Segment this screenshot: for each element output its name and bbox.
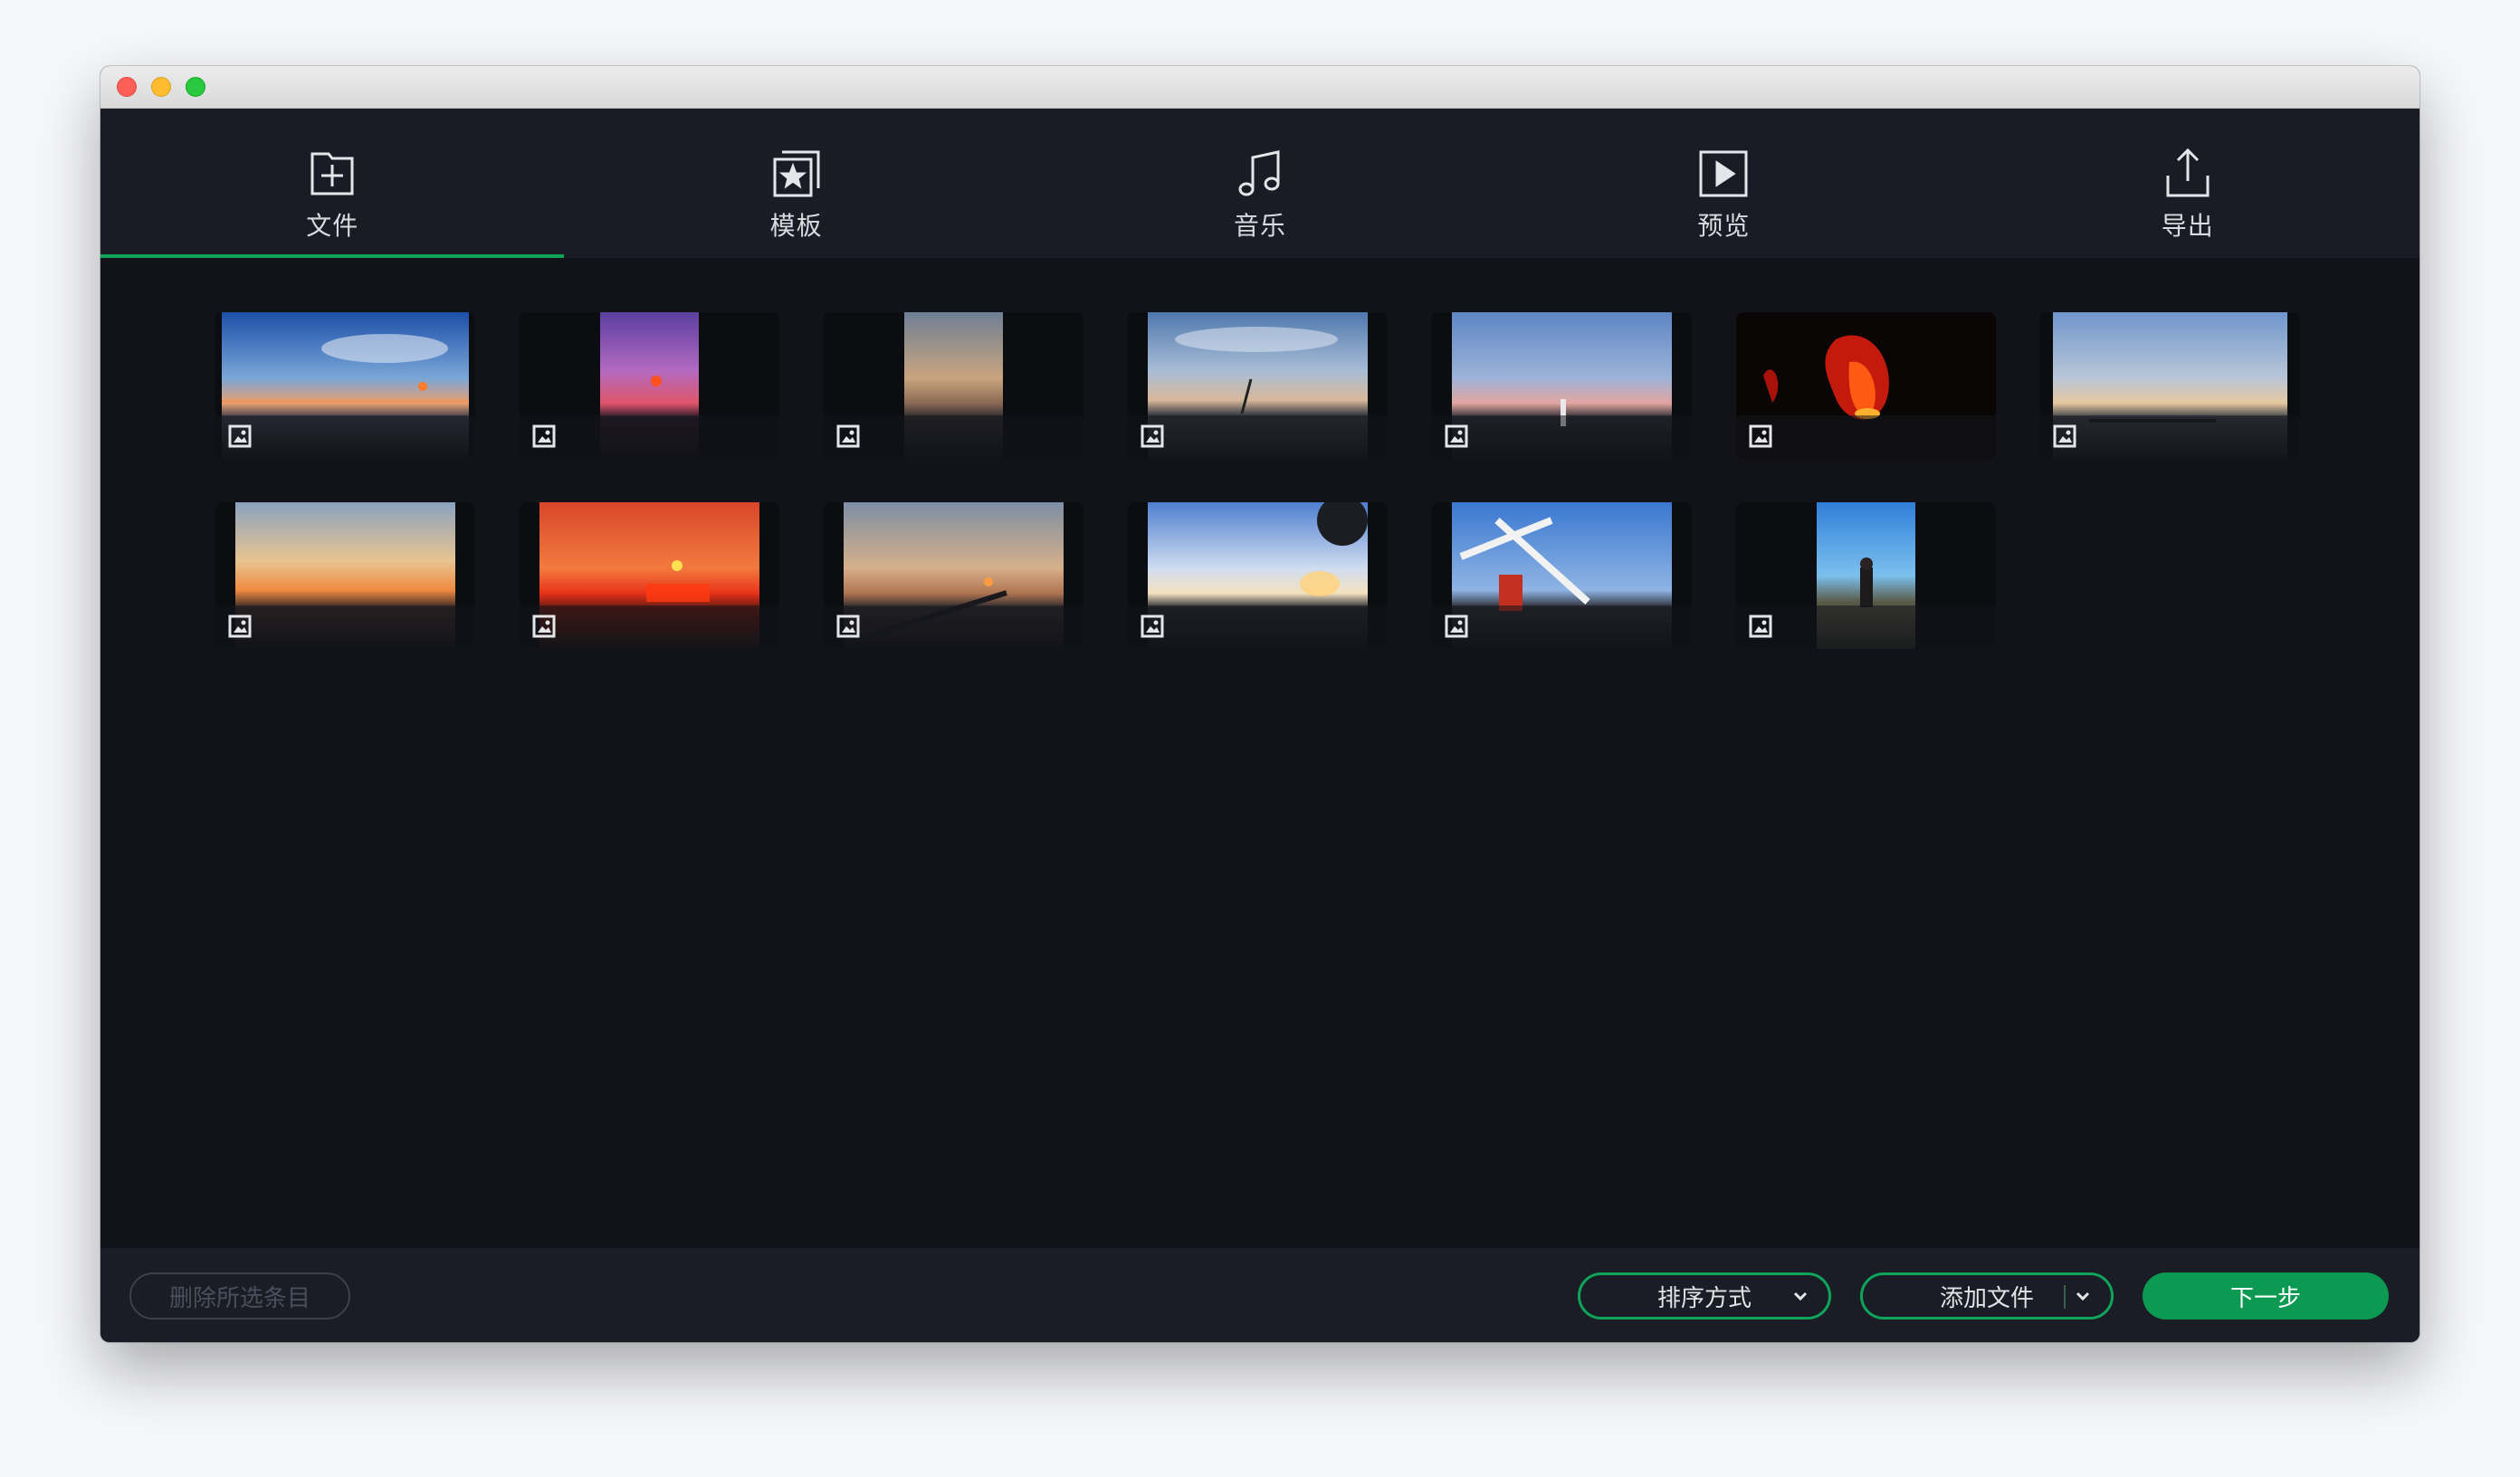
media-item[interactable] <box>520 312 779 459</box>
tab-music[interactable]: 音乐 <box>1028 109 1492 258</box>
image-icon <box>2053 424 2076 448</box>
title-bar <box>100 66 2420 109</box>
image-icon <box>1749 424 1772 448</box>
thumbnail-shade <box>2040 415 2300 459</box>
add-files-label: 添加文件 <box>1939 1284 2034 1312</box>
media-item[interactable] <box>1432 502 1692 649</box>
chevron-down-icon <box>1793 1291 1808 1301</box>
thumbnail-shade <box>1736 415 1996 459</box>
thumbnail-shade <box>824 605 1083 649</box>
sort-order-label: 排序方式 <box>1656 1284 1752 1312</box>
media-item[interactable] <box>1128 502 1388 649</box>
footer-bar: 删除所选条目 排序方式 添加文件 下一步 <box>100 1248 2420 1342</box>
image-icon <box>532 615 556 638</box>
tab-templates[interactable]: 模板 <box>564 109 1027 258</box>
image-icon <box>836 424 860 448</box>
image-icon <box>1445 424 1468 448</box>
next-step-label: 下一步 <box>2229 1284 2301 1312</box>
media-item[interactable] <box>520 502 779 649</box>
folder-add-icon <box>305 147 359 201</box>
thumbnail-shade <box>1736 605 1996 649</box>
media-library <box>100 258 2420 1315</box>
next-step-button[interactable]: 下一步 <box>2143 1272 2389 1320</box>
thumbnail-shade <box>824 415 1083 459</box>
delete-selected-label: 删除所选条目 <box>168 1284 310 1312</box>
thumbnail-shade <box>520 605 779 649</box>
zoom-window-button[interactable] <box>186 77 205 97</box>
image-icon <box>228 615 252 638</box>
tab-label: 导出 <box>2161 211 2214 241</box>
delete-selected-button[interactable]: 删除所选条目 <box>129 1272 350 1320</box>
image-icon <box>1141 424 1164 448</box>
image-icon <box>836 615 860 638</box>
media-item[interactable] <box>215 502 475 649</box>
image-icon <box>1141 615 1164 638</box>
thumbnail-shade <box>1128 605 1388 649</box>
thumbnail-shade <box>215 415 475 459</box>
tab-preview[interactable]: 预览 <box>1492 109 1955 258</box>
play-preview-icon <box>1696 147 1751 201</box>
media-item[interactable] <box>215 312 475 459</box>
media-item[interactable] <box>2040 312 2300 459</box>
music-note-icon <box>1233 147 1287 201</box>
tab-files[interactable]: 文件 <box>100 109 565 258</box>
thumbnail-shade <box>1432 415 1692 459</box>
thumbnail-shade <box>1432 605 1692 649</box>
minimize-window-button[interactable] <box>151 77 171 97</box>
image-icon <box>1749 615 1772 638</box>
chevron-down-icon[interactable] <box>2075 1288 2091 1304</box>
thumbnail-shade <box>215 605 475 649</box>
media-item[interactable] <box>1432 312 1692 459</box>
media-item[interactable] <box>1128 312 1388 459</box>
media-item[interactable] <box>1736 502 1996 649</box>
step-tabs: 文件 模板 音乐 预览 导出 <box>100 109 2420 258</box>
tab-label: 模板 <box>769 211 823 241</box>
tab-export[interactable]: 导出 <box>1956 109 2420 258</box>
sort-order-dropdown[interactable]: 排序方式 <box>1578 1272 1831 1320</box>
image-icon <box>532 424 556 448</box>
media-item[interactable] <box>824 312 1083 459</box>
tab-label: 文件 <box>306 211 359 241</box>
image-icon <box>1445 615 1468 638</box>
close-window-button[interactable] <box>117 77 137 97</box>
add-files-button[interactable]: 添加文件 <box>1860 1272 2114 1320</box>
image-icon <box>228 424 252 448</box>
template-star-icon <box>769 147 824 201</box>
thumbnail-shade <box>1128 415 1388 459</box>
split-divider <box>2064 1285 2066 1309</box>
media-item[interactable] <box>1736 312 1996 459</box>
export-upload-icon <box>2161 147 2215 201</box>
thumbnail-shade <box>520 415 779 459</box>
tab-label: 音乐 <box>1233 211 1286 241</box>
tab-label: 预览 <box>1697 211 1751 241</box>
media-item[interactable] <box>824 502 1083 649</box>
app-window: 文件 模板 音乐 预览 导出 删除所选条目 排序方式 添加文件 下一步 <box>100 66 2420 1342</box>
